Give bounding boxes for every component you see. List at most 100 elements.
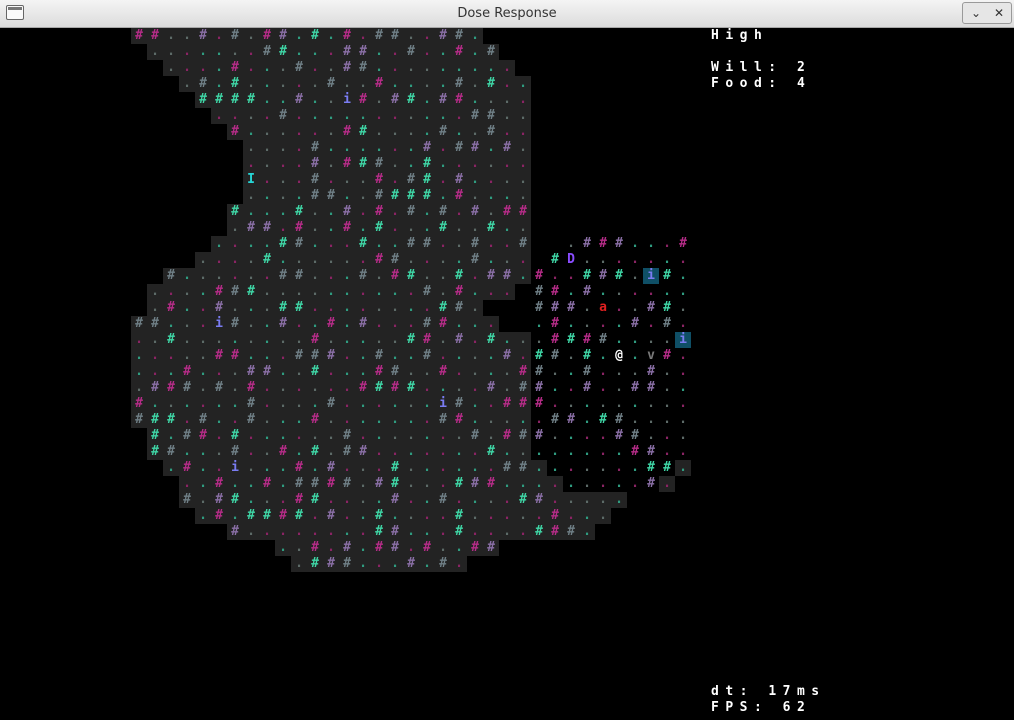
floor-tile: .	[163, 284, 179, 300]
floor-tile: .	[355, 428, 371, 444]
floor-tile: .	[387, 332, 403, 348]
wall-tile: #	[643, 460, 659, 476]
wall-tile: #	[227, 76, 243, 92]
floor-tile: .	[131, 348, 147, 364]
floor-tile: .	[531, 508, 547, 524]
floor-tile: .	[579, 428, 595, 444]
wall-tile: #	[627, 316, 643, 332]
floor-tile: .	[515, 476, 531, 492]
floor-tile: .	[611, 396, 627, 412]
wall-tile: #	[371, 172, 387, 188]
floor-tile: .	[243, 268, 259, 284]
wall-tile: #	[131, 396, 147, 412]
floor-tile: .	[627, 236, 643, 252]
floor-tile: .	[243, 236, 259, 252]
floor-tile: .	[195, 492, 211, 508]
floor-tile: .	[467, 396, 483, 412]
floor-tile: .	[483, 252, 499, 268]
floor-tile: .	[531, 316, 547, 332]
wall-tile: #	[403, 92, 419, 108]
wall-tile: #	[371, 252, 387, 268]
floor-tile: .	[275, 204, 291, 220]
floor-tile: .	[387, 284, 403, 300]
floor-tile: .	[387, 556, 403, 572]
wall-tile: #	[451, 412, 467, 428]
floor-tile: .	[355, 540, 371, 556]
minimize-button[interactable]: ⌄	[964, 3, 988, 23]
wall-tile: #	[371, 364, 387, 380]
floor-tile: .	[307, 76, 323, 92]
wall-tile: #	[595, 412, 611, 428]
floor-tile: .	[419, 252, 435, 268]
floor-tile: .	[659, 428, 675, 444]
wall-tile: #	[675, 236, 691, 252]
wall-tile: #	[451, 28, 467, 44]
floor-tile: .	[435, 508, 451, 524]
wall-tile: #	[643, 300, 659, 316]
wall-tile: #	[163, 412, 179, 428]
wall-tile: #	[339, 428, 355, 444]
floor-tile: .	[259, 236, 275, 252]
floor-tile: .	[227, 476, 243, 492]
floor-tile: .	[499, 124, 515, 140]
floor-tile: .	[403, 540, 419, 556]
floor-tile: .	[419, 44, 435, 60]
wall-tile: #	[179, 460, 195, 476]
wall-tile: #	[435, 492, 451, 508]
wall-tile: #	[371, 156, 387, 172]
floor-tile: .	[259, 140, 275, 156]
floor-tile: .	[451, 556, 467, 572]
wall-tile: #	[275, 444, 291, 460]
floor-tile: .	[291, 124, 307, 140]
floor-tile: .	[403, 524, 419, 540]
floor-tile: .	[531, 332, 547, 348]
wall-tile: #	[595, 268, 611, 284]
wall-tile: #	[307, 348, 323, 364]
floor-tile: .	[659, 380, 675, 396]
floor-tile: .	[579, 492, 595, 508]
floor-tile: .	[563, 476, 579, 492]
title-bar[interactable]: Dose Response ⌄ ✕	[0, 0, 1014, 28]
wall-tile: #	[387, 460, 403, 476]
floor-tile: .	[179, 316, 195, 332]
wall-tile: #	[275, 300, 291, 316]
floor-tile: .	[403, 124, 419, 140]
floor-tile: .	[243, 140, 259, 156]
floor-tile: .	[499, 524, 515, 540]
floor-tile: .	[499, 76, 515, 92]
floor-tile: .	[291, 396, 307, 412]
wall-tile: #	[211, 476, 227, 492]
wall-tile: #	[195, 76, 211, 92]
floor-tile: .	[291, 556, 307, 572]
wall-tile: #	[131, 412, 147, 428]
floor-tile: .	[371, 316, 387, 332]
floor-tile: .	[611, 332, 627, 348]
wall-tile: #	[243, 396, 259, 412]
floor-tile: .	[211, 60, 227, 76]
wall-tile: #	[547, 252, 563, 268]
floor-tile: .	[211, 268, 227, 284]
floor-tile: .	[227, 252, 243, 268]
floor-tile: .	[211, 412, 227, 428]
floor-tile: .	[595, 508, 611, 524]
will-value: 2	[796, 60, 812, 75]
wall-tile: #	[499, 140, 515, 156]
floor-tile: .	[275, 188, 291, 204]
close-button[interactable]: ✕	[987, 3, 1011, 23]
floor-tile: .	[291, 172, 307, 188]
wall-tile: #	[483, 124, 499, 140]
floor-tile: .	[307, 252, 323, 268]
wall-tile: #	[259, 252, 275, 268]
floor-tile: .	[243, 28, 259, 44]
floor-tile: .	[435, 332, 451, 348]
wall-tile: #	[291, 300, 307, 316]
floor-tile: .	[323, 44, 339, 60]
game-viewport[interactable]: # #.. #. #. # #. #. #. # #.. # #........ # #... # #.. #.…	[3, 28, 1012, 718]
wall-tile: #	[291, 476, 307, 492]
floor-tile: .	[355, 476, 371, 492]
floor-tile: .	[323, 124, 339, 140]
floor-tile: .	[211, 44, 227, 60]
floor-tile: .	[259, 124, 275, 140]
floor-tile: .	[259, 316, 275, 332]
floor-tile: .	[451, 460, 467, 476]
